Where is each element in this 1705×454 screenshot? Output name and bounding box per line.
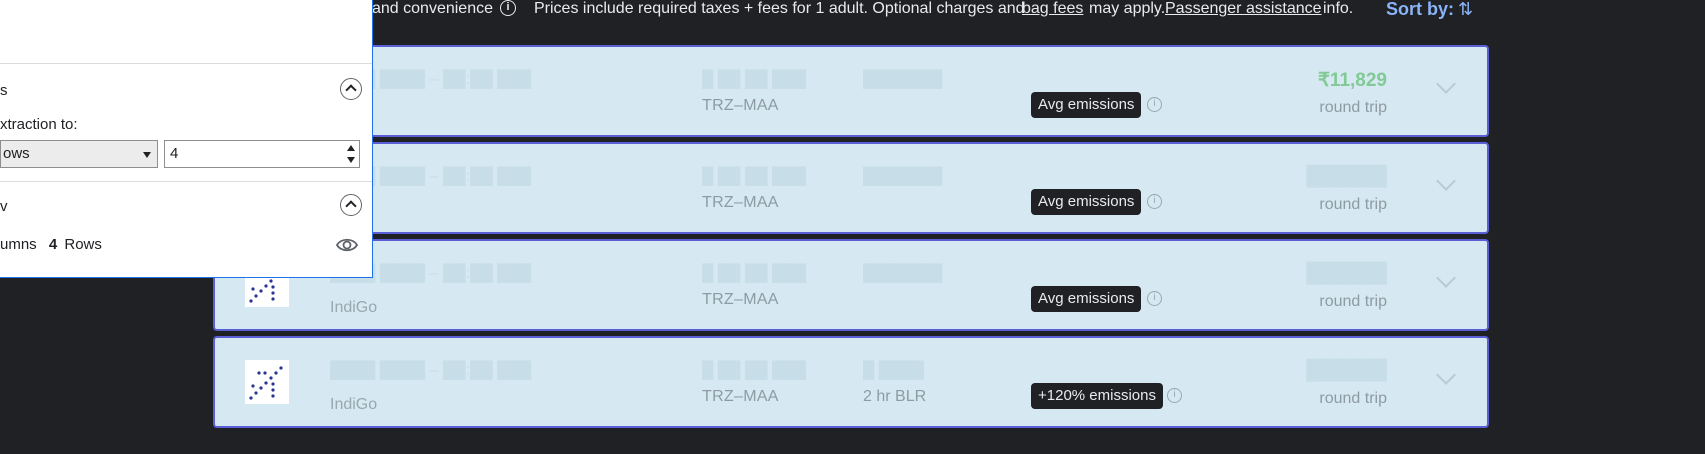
layover-text: 2 hr BLR <box>863 388 927 405</box>
route-text: TRZ–MAA <box>702 194 779 211</box>
chevron-up-icon[interactable] <box>340 78 362 100</box>
divider <box>0 63 372 64</box>
round-trip-label: round trip <box>1319 293 1387 310</box>
faint-duration: █ ██ ██ ███ <box>702 71 807 88</box>
route-text: TRZ–MAA <box>702 97 779 114</box>
round-trip-label: round trip <box>1319 390 1387 407</box>
emissions-info-icon[interactable]: i <box>1147 194 1162 209</box>
may-apply-text: may apply. <box>1089 0 1166 17</box>
airline-name: IndiGo <box>330 396 378 413</box>
price-text: ₹11,829 <box>1317 70 1387 91</box>
row-count-stepper[interactable]: 4 <box>164 140 360 168</box>
price-notice-text: Prices include required taxes + fees for… <box>534 0 1025 17</box>
faint-stops: █ ████ <box>863 362 925 379</box>
round-trip-label: round trip <box>1319 196 1387 213</box>
chevron-down-icon[interactable] <box>1436 74 1456 94</box>
columns-label: umns <box>0 236 37 253</box>
stepper-up-icon[interactable] <box>347 145 355 151</box>
faint-stops: ███████ <box>863 265 943 282</box>
section2-title: v <box>0 198 8 215</box>
flight-result-card[interactable]: ████ ████ – ██:██ ███ █ ██ ██ ███ ██████… <box>213 142 1489 234</box>
round-trip-label: round trip <box>1319 99 1387 116</box>
emissions-badge: Avg emissions <box>1031 286 1142 312</box>
faint-stops: ███████ <box>863 168 943 185</box>
indigo-logo-icon <box>245 360 289 404</box>
route-text: TRZ–MAA <box>702 388 779 405</box>
faint-price: ██████ <box>1306 166 1387 187</box>
emissions-info-icon[interactable]: i <box>1147 291 1162 306</box>
chevron-down-icon[interactable] <box>1436 171 1456 191</box>
section1-title: s <box>0 82 8 99</box>
emissions-info-icon[interactable]: i <box>1167 388 1182 403</box>
divider <box>0 181 372 182</box>
emissions-badge: Avg emissions <box>1031 92 1142 118</box>
convenience-text: and convenience <box>372 0 493 17</box>
extraction-panel: s xtraction to: ows 4 v umns 4 Rows <box>0 0 373 278</box>
chevron-down-icon[interactable] <box>1436 268 1456 288</box>
emissions-badge: +120% emissions <box>1031 383 1163 409</box>
rows-label: Rows <box>64 236 102 253</box>
airline-name: IndiGo <box>330 299 378 316</box>
info-icon[interactable]: i <box>500 0 516 16</box>
extraction-type-select[interactable]: ows <box>0 140 158 168</box>
eye-icon[interactable] <box>336 234 358 256</box>
emissions-badge: Avg emissions <box>1031 189 1142 215</box>
emissions-info-icon[interactable]: i <box>1147 97 1162 112</box>
chevron-up-icon[interactable] <box>340 194 362 216</box>
stepper-value: 4 <box>170 145 179 162</box>
flight-result-card[interactable]: ████ ████ – ██:██ ███ IndiGo █ ██ ██ ███… <box>213 239 1489 331</box>
bag-fees-link[interactable]: bag fees <box>1022 0 1083 18</box>
preview-summary: umns 4 Rows <box>0 236 102 253</box>
faint-times: ████ ████ – ██:██ ███ <box>330 362 532 379</box>
faint-stops: ███████ <box>863 71 943 88</box>
chevron-down-icon[interactable] <box>1436 365 1456 385</box>
faint-price: ██████ <box>1306 360 1387 381</box>
sort-arrows-icon[interactable]: ⇅ <box>1458 0 1473 18</box>
stepper-down-icon[interactable] <box>347 157 355 163</box>
flight-result-card[interactable]: ████ ████ – ██:██ ███ █ ██ ██ ███ ██████… <box>213 45 1489 137</box>
extraction-label: xtraction to: <box>0 116 78 133</box>
rows-count: 4 <box>48 236 58 253</box>
flight-result-card[interactable]: ████ ████ – ██:██ ███ IndiGo █ ██ ██ ███… <box>213 336 1489 428</box>
dropdown-arrow-icon <box>143 152 151 158</box>
faint-duration: █ ██ ██ ███ <box>702 168 807 185</box>
route-text: TRZ–MAA <box>702 291 779 308</box>
info-text: info. <box>1323 0 1354 17</box>
select-value: ows <box>3 145 30 162</box>
sort-by-button[interactable]: Sort by: <box>1386 0 1454 18</box>
faint-duration: █ ██ ██ ███ <box>702 362 807 379</box>
passenger-assistance-link[interactable]: Passenger assistance <box>1165 0 1322 18</box>
faint-price: ██████ <box>1306 263 1387 284</box>
faint-duration: █ ██ ██ ███ <box>702 265 807 282</box>
